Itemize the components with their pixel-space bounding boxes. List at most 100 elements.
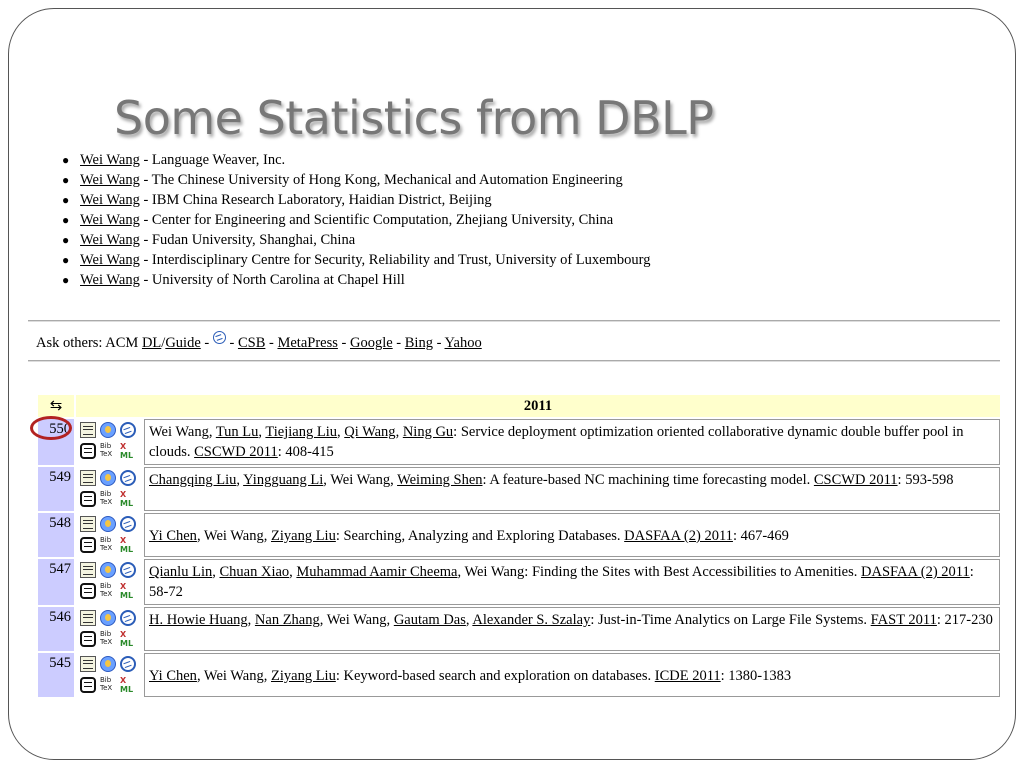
author-link[interactable]: Gautam Das bbox=[394, 612, 466, 628]
author-link[interactable]: Tun Lu bbox=[216, 424, 259, 440]
xml-icon[interactable]: X ML bbox=[120, 442, 136, 460]
person-link[interactable]: Wei Wang bbox=[80, 172, 140, 188]
author-link[interactable]: Yi Chen bbox=[149, 528, 197, 544]
affiliation: - Center for Engineering and Scientific … bbox=[139, 212, 614, 228]
venue-link[interactable]: ICDE 2011 bbox=[655, 668, 721, 684]
reviewer-icon[interactable] bbox=[100, 516, 116, 532]
author-link[interactable]: Ning Gu bbox=[403, 424, 453, 440]
bullet-icon: ● bbox=[62, 153, 70, 167]
person-link[interactable]: Wei Wang bbox=[80, 212, 140, 228]
xml-icon[interactable]: X ML bbox=[120, 582, 136, 600]
citeseer-icon[interactable] bbox=[80, 583, 96, 599]
publication-row: 550 Bib TeX X ML Wei Wang, Tun Lu, Tiejiang L… bbox=[30, 416, 1000, 465]
yahoo-link[interactable]: Yahoo bbox=[445, 335, 482, 351]
xml-icon[interactable]: X ML bbox=[120, 490, 136, 508]
google-scholar-icon[interactable] bbox=[120, 470, 136, 486]
author-link[interactable]: Tiejiang Liu bbox=[265, 424, 337, 440]
csb-link[interactable]: CSB bbox=[238, 335, 265, 351]
bibtex-icon[interactable]: Bib TeX bbox=[100, 676, 116, 694]
author-link[interactable]: Nan Zhang bbox=[255, 612, 320, 628]
xml-icon[interactable]: X ML bbox=[120, 630, 136, 648]
author-link[interactable]: Yingguang Li bbox=[243, 472, 323, 488]
publication-row: 546 Bib TeX X ML H. Howie Huang, Nan Zhang, W… bbox=[38, 607, 1000, 651]
reviewer-icon[interactable] bbox=[100, 422, 116, 438]
paper-title: : Searching, Analyzing and Exploring Dat… bbox=[335, 528, 625, 544]
reviewer-icon[interactable] bbox=[100, 656, 116, 672]
entry-citation: Changqing Liu, Yingguang Li, Wei Wang, W… bbox=[144, 467, 1000, 511]
citeseer-icon[interactable] bbox=[80, 677, 96, 693]
bibtex-icon[interactable]: Bib TeX bbox=[100, 536, 116, 554]
bibtex-icon[interactable]: Bib TeX bbox=[100, 490, 116, 508]
google-link[interactable]: Google bbox=[350, 335, 393, 351]
citeseer-icon[interactable] bbox=[80, 491, 96, 507]
venue-link[interactable]: DASFAA (2) 2011 bbox=[861, 564, 970, 580]
author-link[interactable]: Weiming Shen bbox=[397, 472, 482, 488]
bibtex-icon[interactable]: Bib TeX bbox=[100, 630, 116, 648]
document-icon[interactable] bbox=[80, 422, 96, 438]
author-link[interactable]: Qi Wang bbox=[344, 424, 395, 440]
author-link[interactable]: Ziyang Liu bbox=[271, 528, 336, 544]
venue-link[interactable]: CSCWD 2011 bbox=[194, 444, 278, 460]
entry-icons: Bib TeX X ML bbox=[76, 513, 142, 557]
author-link[interactable]: Changqing Liu bbox=[149, 472, 236, 488]
year-header-row: ⇆ 2011 bbox=[38, 395, 1000, 417]
document-icon[interactable] bbox=[80, 516, 96, 532]
google-scholar-icon[interactable] bbox=[120, 422, 136, 438]
sort-icon[interactable]: ⇆ bbox=[38, 395, 74, 417]
citeseer-icon[interactable] bbox=[80, 631, 96, 647]
author-link[interactable]: Qianlu Lin bbox=[149, 564, 212, 580]
entry-citation: H. Howie Huang, Nan Zhang, Wei Wang, Gau… bbox=[144, 607, 1000, 651]
entry-number: 546 bbox=[49, 609, 71, 625]
person-item: ● Wei Wang - University of North Carolina… bbox=[60, 270, 650, 290]
author-text: , Wei Wang, bbox=[196, 528, 271, 544]
author-text: Wei Wang bbox=[149, 424, 209, 440]
publication-table: ⇆ 2011 550 Bib TeX X ML Wei Wang, Tun Lu, Tie… bbox=[30, 393, 1000, 699]
person-item: ● Wei Wang - Interdisciplinary Centre for… bbox=[60, 250, 650, 270]
affiliation: - Language Weaver, Inc. bbox=[139, 152, 286, 168]
google-scholar-icon[interactable] bbox=[120, 656, 136, 672]
document-icon[interactable] bbox=[80, 562, 96, 578]
paper-title: : Keyword-based search and exploration o… bbox=[335, 668, 655, 684]
entry-citation: Qianlu Lin, Chuan Xiao, Muhammad Aamir C… bbox=[144, 559, 1000, 605]
author-link[interactable]: Chuan Xiao bbox=[219, 564, 289, 580]
author-text: , Wei Wang, bbox=[323, 472, 398, 488]
page-range: : 408-415 bbox=[277, 444, 334, 460]
affiliation: - IBM China Research Laboratory, Haidian… bbox=[139, 192, 492, 208]
author-link[interactable]: Alexander S. Szalay bbox=[472, 612, 590, 628]
document-icon[interactable] bbox=[80, 656, 96, 672]
google-scholar-icon[interactable] bbox=[120, 562, 136, 578]
person-link[interactable]: Wei Wang bbox=[80, 232, 140, 248]
xml-icon[interactable]: X ML bbox=[120, 676, 136, 694]
reviewer-icon[interactable] bbox=[100, 470, 116, 486]
author-link[interactable]: H. Howie Huang bbox=[149, 612, 248, 628]
citeseer-icon[interactable] bbox=[80, 443, 96, 459]
google-scholar-icon[interactable] bbox=[120, 516, 136, 532]
google-scholar-icon[interactable] bbox=[212, 331, 226, 344]
reviewer-icon[interactable] bbox=[100, 562, 116, 578]
acm-dl-link[interactable]: DL bbox=[142, 335, 161, 351]
reviewer-icon[interactable] bbox=[100, 610, 116, 626]
author-text: , Wei Wang, bbox=[319, 612, 394, 628]
document-icon[interactable] bbox=[80, 470, 96, 486]
person-item: ● Wei Wang - Language Weaver, Inc. bbox=[60, 150, 650, 170]
person-link[interactable]: Wei Wang bbox=[80, 252, 140, 268]
venue-link[interactable]: CSCWD 2011 bbox=[814, 472, 898, 488]
acm-guide-link[interactable]: Guide bbox=[165, 335, 200, 351]
venue-link[interactable]: FAST 2011 bbox=[871, 612, 937, 628]
bullet-icon: ● bbox=[62, 253, 70, 267]
person-link[interactable]: Wei Wang bbox=[80, 152, 140, 168]
venue-link[interactable]: DASFAA (2) 2011 bbox=[624, 528, 733, 544]
document-icon[interactable] bbox=[80, 610, 96, 626]
author-link[interactable]: Ziyang Liu bbox=[271, 668, 336, 684]
metapress-link[interactable]: MetaPress bbox=[277, 335, 337, 351]
google-scholar-icon[interactable] bbox=[120, 610, 136, 626]
bibtex-icon[interactable]: Bib TeX bbox=[100, 442, 116, 460]
person-link[interactable]: Wei Wang bbox=[80, 272, 140, 288]
author-link[interactable]: Yi Chen bbox=[149, 668, 197, 684]
citeseer-icon[interactable] bbox=[80, 537, 96, 553]
xml-icon[interactable]: X ML bbox=[120, 536, 136, 554]
bing-link[interactable]: Bing bbox=[405, 335, 433, 351]
bibtex-icon[interactable]: Bib TeX bbox=[100, 582, 116, 600]
author-link[interactable]: Muhammad Aamir Cheema bbox=[296, 564, 457, 580]
person-link[interactable]: Wei Wang bbox=[80, 192, 140, 208]
